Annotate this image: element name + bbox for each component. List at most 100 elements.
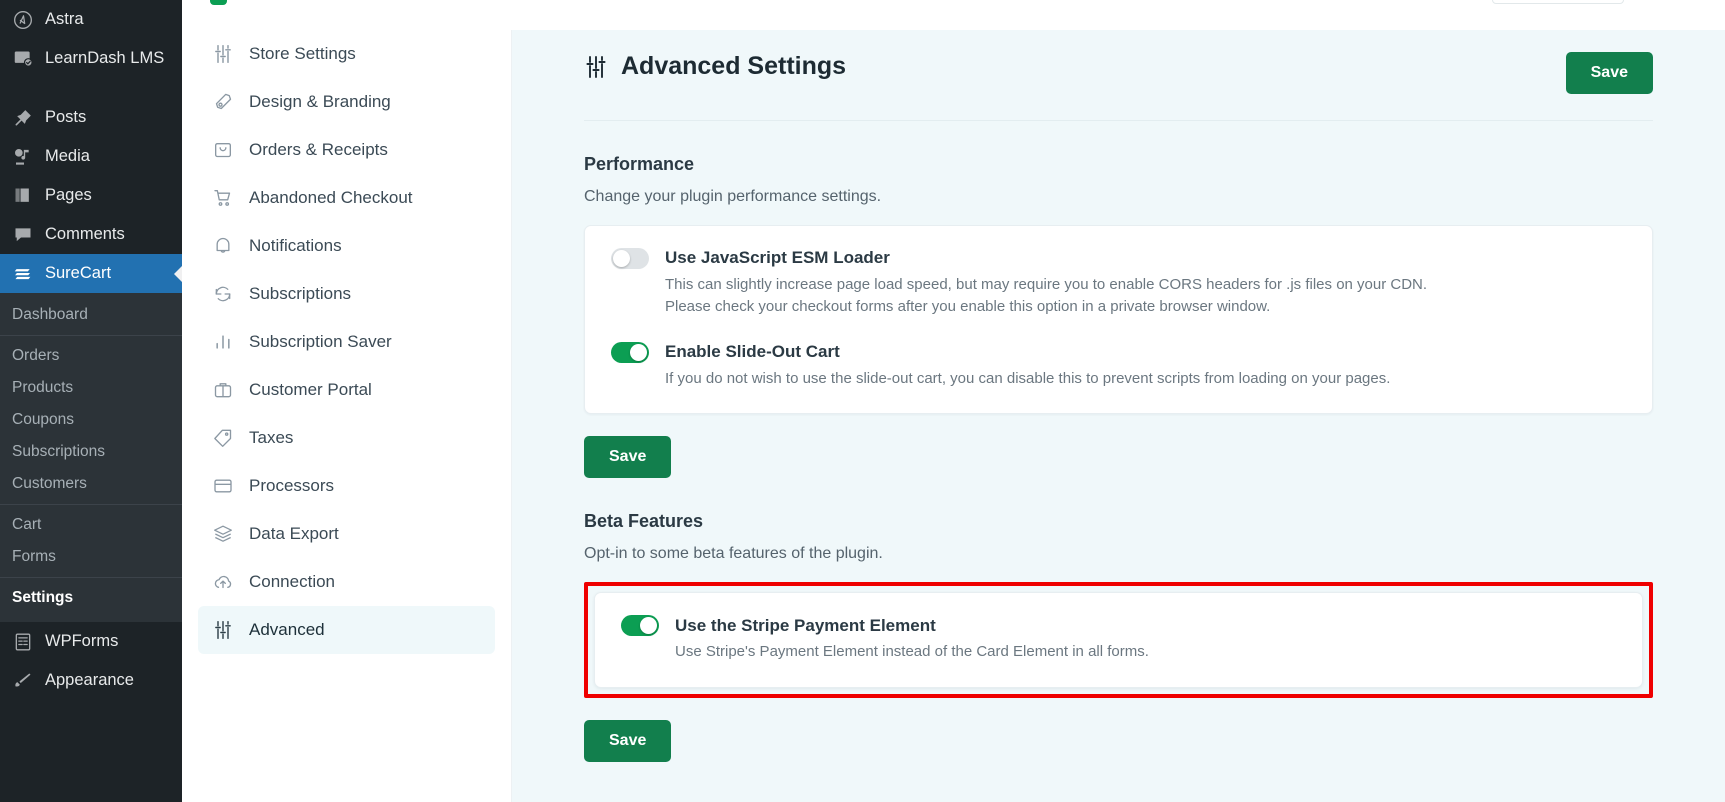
settings-nav-label: Notifications <box>249 236 342 255</box>
panel-header: Advanced Settings Save <box>584 52 1653 121</box>
wp-menu-label: SureCart <box>45 264 112 282</box>
stripe-payment-element-toggle[interactable] <box>621 615 659 637</box>
submenu-divider <box>0 335 182 336</box>
wp-submenu-item-products[interactable]: Products <box>0 372 182 404</box>
settings-nav-item-design-branding[interactable]: Design & Branding <box>198 78 495 126</box>
settings-nav-item-taxes[interactable]: Taxes <box>198 414 495 462</box>
settings-nav-item-subscriptions[interactable]: Subscriptions <box>198 270 495 318</box>
wp-menu-label: Astra <box>45 10 84 28</box>
toggle-knob <box>640 617 657 635</box>
bar-chart-icon <box>212 332 233 353</box>
stripe-payment-element-label: Use the Stripe Payment Element <box>675 615 936 635</box>
wp-admin-sidebar: Astra LearnDash LMS Posts Media Pages Co… <box>0 0 182 802</box>
surecart-icon <box>12 263 34 285</box>
performance-save-row: Save <box>584 436 1653 479</box>
wp-menu-item-appearance[interactable]: Appearance <box>0 661 182 700</box>
option-esm-loader: Use JavaScript ESM Loader This can sligh… <box>611 248 1626 318</box>
save-button-performance[interactable]: Save <box>584 436 672 479</box>
slide-out-cart-label: Enable Slide-Out Cart <box>665 341 840 361</box>
learndash-icon <box>12 48 34 70</box>
settings-nav-label: Processors <box>249 476 335 495</box>
settings-nav-label: Data Export <box>249 524 339 543</box>
performance-heading: Performance <box>584 154 695 174</box>
bell-icon <box>212 236 233 257</box>
wp-submenu-item-cart[interactable]: Cart <box>0 509 182 541</box>
option-stripe-payment-element: Use the Stripe Payment Element Use Strip… <box>621 615 1616 663</box>
wp-submenu-item-customers[interactable]: Customers <box>0 468 182 500</box>
beta-features-subheading: Opt-in to some beta features of the plug… <box>584 545 883 563</box>
save-button-header[interactable]: Save <box>1565 52 1653 94</box>
settings-nav-item-abandoned-checkout[interactable]: Abandoned Checkout <box>198 174 495 222</box>
wp-submenu-item-forms[interactable]: Forms <box>0 541 182 573</box>
settings-nav-item-advanced[interactable]: Advanced <box>198 606 495 654</box>
wp-menu-item-wpforms[interactable]: WPForms <box>0 622 182 661</box>
settings-nav-label: Store Settings <box>249 44 356 63</box>
sliders-icon <box>212 620 233 641</box>
wp-menu-item-posts[interactable]: Posts <box>0 98 182 137</box>
submenu-divider <box>0 577 182 578</box>
cloud-upload-icon <box>212 572 233 593</box>
settings-nav-item-connection[interactable]: Connection <box>198 558 495 606</box>
comment-icon <box>12 224 34 246</box>
tag-icon <box>212 428 233 449</box>
page-top-strip <box>182 0 1725 30</box>
wp-menu-label: Posts <box>45 108 87 126</box>
wp-menu-item-surecart[interactable]: SureCart <box>0 254 182 293</box>
wp-submenu-item-dashboard[interactable]: Dashboard <box>0 299 182 331</box>
settings-nav-item-store-settings[interactable]: Store Settings <box>198 30 495 78</box>
wp-menu-label: Comments <box>45 225 125 243</box>
toggle-knob <box>630 343 647 361</box>
wp-menu-label: LearnDash LMS <box>45 49 165 67</box>
settings-nav-label: Customer Portal <box>249 380 372 399</box>
settings-nav-item-notifications[interactable]: Notifications <box>198 222 495 270</box>
wp-menu-item-astra[interactable]: Astra <box>0 0 182 39</box>
top-bar-button[interactable] <box>1492 0 1624 4</box>
settings-nav-item-subscription-saver[interactable]: Subscription Saver <box>198 318 495 366</box>
settings-nav-item-customer-portal[interactable]: Customer Portal <box>198 366 495 414</box>
wp-submenu-item-orders[interactable]: Orders <box>0 340 182 372</box>
wp-submenu-item-settings[interactable]: Settings <box>0 582 182 614</box>
settings-nav-item-processors[interactable]: Processors <box>198 462 495 510</box>
settings-nav-label: Abandoned Checkout <box>249 188 413 207</box>
slide-out-cart-description: If you do not wish to use the slide-out … <box>665 369 1391 387</box>
wp-menu-label: Appearance <box>45 671 134 689</box>
surecart-brand-mark <box>210 0 227 5</box>
sliders-icon <box>212 44 233 65</box>
settings-nav-label: Connection <box>249 572 336 591</box>
esm-loader-toggle[interactable] <box>611 248 649 269</box>
pin-icon <box>12 107 34 129</box>
wp-menu-item-comments[interactable]: Comments <box>0 215 182 254</box>
settings-nav-label: Advanced <box>249 620 325 639</box>
wp-menu-label: Pages <box>45 186 92 204</box>
cart-icon <box>212 188 233 209</box>
esm-loader-description: This can slightly increase page load spe… <box>665 276 1428 315</box>
beta-save-row: Save <box>584 720 1653 762</box>
briefcase-icon <box>212 380 233 401</box>
wp-menu-item-pages[interactable]: Pages <box>0 176 182 215</box>
wp-menu-label: WPForms <box>45 632 119 650</box>
bag-icon <box>212 140 233 161</box>
performance-section: Performance Change your plugin performan… <box>584 154 1653 479</box>
wp-menu-item-media[interactable]: Media <box>0 137 182 176</box>
save-button-beta[interactable]: Save <box>584 720 672 762</box>
advanced-settings-panel: Advanced Settings Save Performance Chang… <box>512 0 1725 802</box>
wp-submenu-item-coupons[interactable]: Coupons <box>0 404 182 436</box>
page-title: Advanced Settings <box>584 52 846 81</box>
refresh-icon <box>212 284 233 305</box>
pen-nib-icon <box>212 92 233 113</box>
stripe-payment-element-description: Use Stripe's Payment Element instead of … <box>675 643 1149 661</box>
media-icon <box>12 146 34 168</box>
settings-nav-item-orders-receipts[interactable]: Orders & Receipts <box>198 126 495 174</box>
slide-out-cart-toggle[interactable] <box>611 341 649 363</box>
settings-nav-item-data-export[interactable]: Data Export <box>198 510 495 558</box>
app-root: Astra LearnDash LMS Posts Media Pages Co… <box>0 0 1725 802</box>
settings-nav-label: Subscription Saver <box>249 332 392 351</box>
page-title-text: Advanced Settings <box>621 52 847 80</box>
submenu-divider <box>0 504 182 505</box>
wp-menu-item-learndash[interactable]: LearnDash LMS <box>0 39 182 78</box>
credit-card-icon <box>212 476 233 497</box>
sliders-icon <box>584 55 608 79</box>
wp-submenu-item-subscriptions[interactable]: Subscriptions <box>0 436 182 468</box>
option-slide-out-cart: Enable Slide-Out Cart If you do not wish… <box>611 341 1626 390</box>
performance-card: Use JavaScript ESM Loader This can sligh… <box>584 225 1653 415</box>
